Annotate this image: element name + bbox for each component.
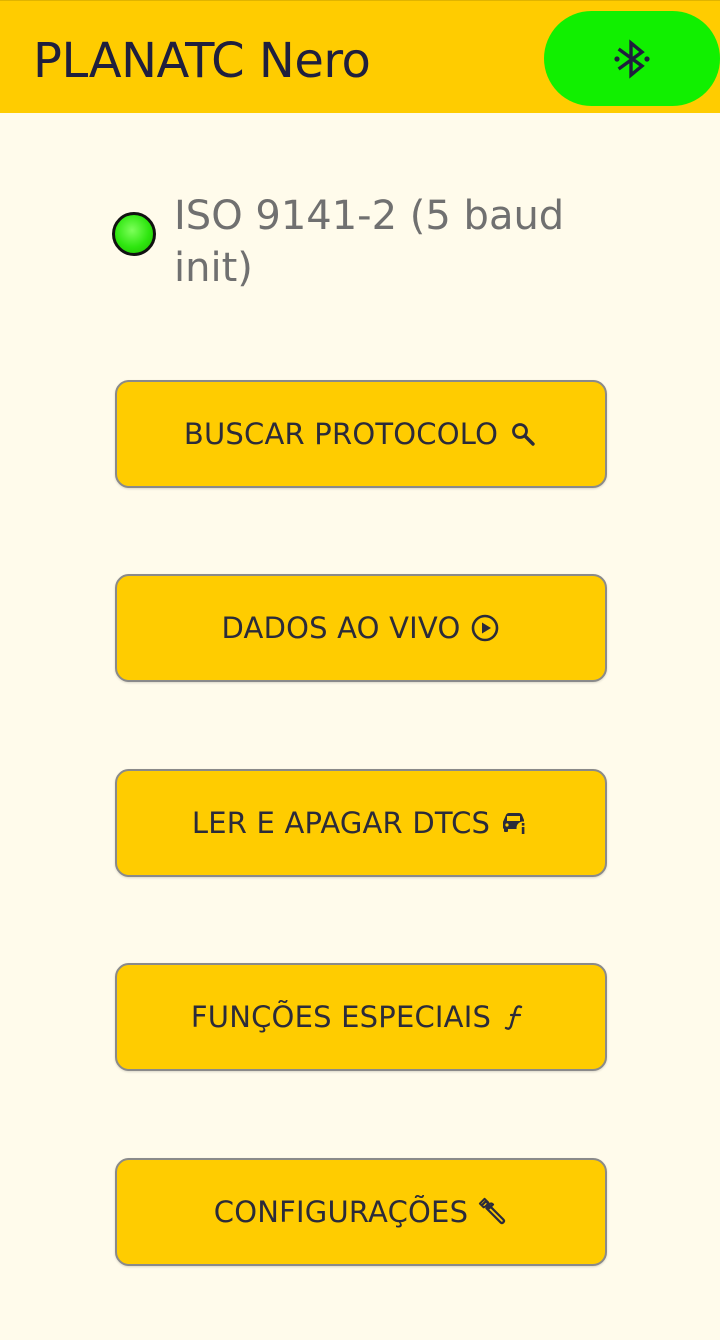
settings-label: CONFIGURAÇÕES xyxy=(213,1195,469,1229)
app-title: PLANATC Nero xyxy=(33,33,371,89)
search-protocol-button[interactable]: BUSCAR PROTOCOLO xyxy=(115,380,607,488)
protocol-status-text: ISO 9141-2 (5 baud init) xyxy=(174,193,565,291)
app-bar: PLANATC Nero xyxy=(0,0,720,113)
live-data-label: DADOS AO VIVO xyxy=(221,611,461,645)
read-clear-dtcs-button[interactable]: LER E APAGAR DTCS xyxy=(115,769,607,877)
function-icon xyxy=(501,1002,531,1032)
live-data-button[interactable]: DADOS AO VIVO xyxy=(115,574,607,682)
search-icon xyxy=(508,419,538,449)
wrench-icon xyxy=(478,1197,508,1227)
read-clear-dtcs-label: LER E APAGAR DTCS xyxy=(191,806,491,840)
search-protocol-label: BUSCAR PROTOCOLO xyxy=(183,417,499,451)
settings-button[interactable]: CONFIGURAÇÕES xyxy=(115,1158,607,1266)
status-led-icon xyxy=(112,212,156,256)
bluetooth-button[interactable] xyxy=(544,11,720,106)
bluetooth-connected-icon xyxy=(614,39,650,79)
play-circle-icon xyxy=(470,613,500,643)
special-functions-button[interactable]: FUNÇÕES ESPECIAIS xyxy=(115,963,607,1071)
special-functions-label: FUNÇÕES ESPECIAIS xyxy=(190,1000,492,1034)
car-info-icon xyxy=(500,808,530,838)
